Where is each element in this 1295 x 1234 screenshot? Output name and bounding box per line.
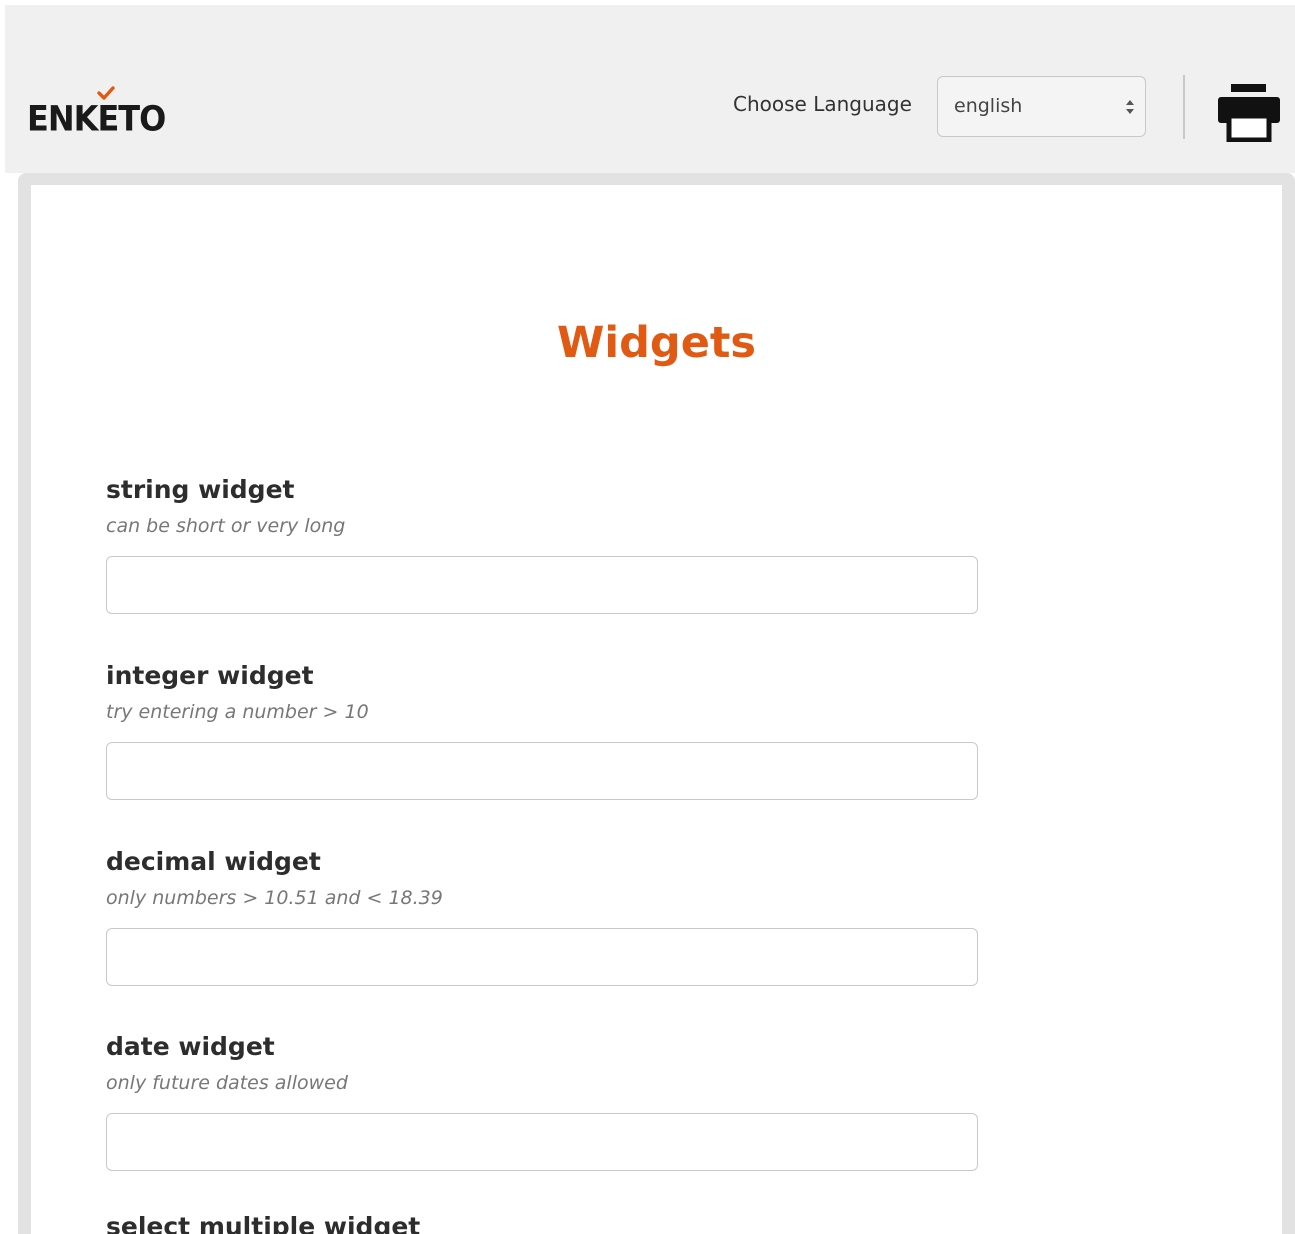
header-divider	[1183, 75, 1185, 139]
page: ENKETO Choose Language english Widgets s…	[0, 0, 1295, 1234]
logo-text: ENKETO	[27, 98, 166, 140]
form-title: Widgets	[556, 318, 757, 368]
question-hint: only numbers > 10.51 and < 18.39	[106, 887, 443, 909]
question-hint: only future dates allowed	[106, 1072, 348, 1094]
string-input[interactable]	[106, 556, 978, 614]
question-hint: can be short or very long	[106, 515, 346, 537]
question-label-select-multiple: select multiple widget	[106, 1212, 421, 1234]
question-label: date widget	[106, 1032, 275, 1061]
language-label: Choose Language	[733, 92, 912, 116]
decimal-input[interactable]	[106, 928, 978, 986]
question-hint: try entering a number > 10	[106, 701, 369, 723]
select-arrows-icon	[1126, 100, 1134, 114]
integer-input[interactable]	[106, 742, 978, 800]
question-label: integer widget	[106, 661, 314, 690]
date-input[interactable]	[106, 1113, 978, 1171]
language-selected-value: english	[954, 95, 1023, 117]
question-label: string widget	[106, 475, 295, 504]
question-label: decimal widget	[106, 847, 321, 876]
language-select[interactable]: english	[937, 76, 1146, 137]
printer-icon[interactable]	[1218, 84, 1280, 142]
